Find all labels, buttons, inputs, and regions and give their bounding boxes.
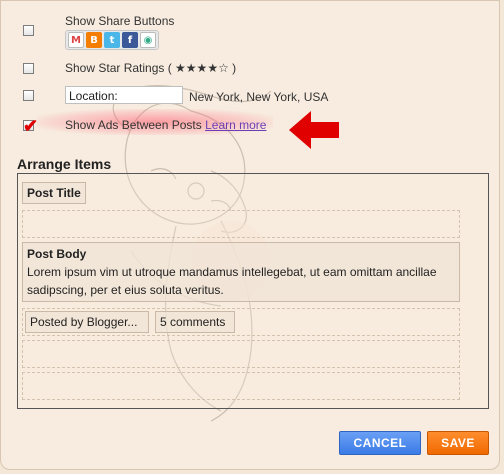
red-arrow-icon bbox=[289, 111, 339, 149]
star-ratings-label: Show Star Ratings ( ★★★★☆ ) bbox=[65, 61, 237, 75]
post-body-gadget[interactable]: Post Body Lorem ipsum vim ut utroque man… bbox=[22, 242, 460, 302]
star-ratings-checkbox[interactable] bbox=[23, 63, 34, 74]
twitter-icon: t bbox=[104, 32, 120, 48]
post-body-label: Post Body bbox=[27, 247, 87, 261]
save-button[interactable]: SAVE bbox=[427, 431, 489, 455]
blogger-icon: B bbox=[86, 32, 102, 48]
facebook-icon: f bbox=[122, 32, 138, 48]
location-checkbox[interactable] bbox=[23, 90, 34, 101]
post-body-text: Lorem ipsum vim ut utroque mandamus inte… bbox=[27, 265, 437, 297]
comments-gadget[interactable]: 5 comments bbox=[155, 311, 235, 333]
learn-more-link[interactable]: Learn more bbox=[205, 118, 266, 132]
drop-zone-4 bbox=[22, 372, 460, 400]
layout-options-panel: Show Share Buttons M B t f ◉ Show Star R… bbox=[0, 0, 500, 470]
location-input[interactable]: Location: bbox=[65, 86, 183, 104]
post-title-gadget[interactable]: Post Title bbox=[22, 182, 86, 204]
buzz-icon: ◉ bbox=[140, 32, 156, 48]
posted-by-gadget[interactable]: Posted by Blogger... bbox=[25, 311, 149, 333]
drop-zone-1 bbox=[22, 210, 460, 238]
location-value: New York, New York, USA bbox=[189, 90, 329, 104]
ads-label: Show Ads Between Posts Learn more bbox=[65, 118, 266, 132]
arrange-items-area: Post Title Post Body Lorem ipsum vim ut … bbox=[17, 173, 489, 409]
gmail-icon: M bbox=[68, 32, 84, 48]
cancel-button[interactable]: CANCEL bbox=[339, 431, 421, 455]
share-buttons-label: Show Share Buttons bbox=[65, 14, 175, 28]
checkmark-icon: ✔ bbox=[23, 116, 39, 136]
share-buttons-checkbox[interactable] bbox=[23, 25, 34, 36]
arrange-items-title: Arrange Items bbox=[17, 156, 112, 172]
share-icons-group: M B t f ◉ bbox=[65, 30, 159, 50]
drop-zone-3 bbox=[22, 340, 460, 368]
ads-label-text: Show Ads Between Posts bbox=[65, 118, 202, 132]
